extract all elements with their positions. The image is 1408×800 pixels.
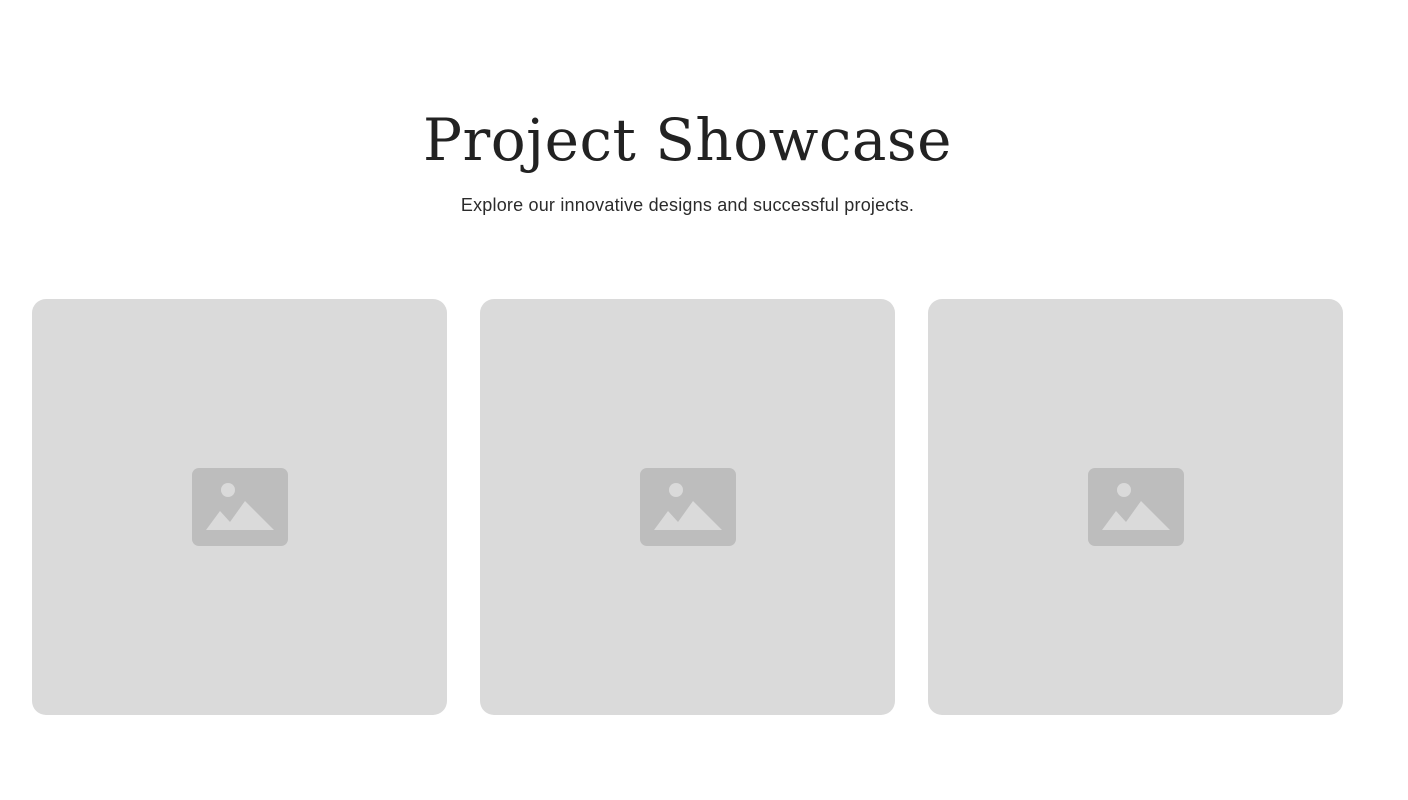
image-placeholder-icon [1087, 468, 1184, 546]
project-card-1[interactable] [32, 299, 447, 715]
image-placeholder-icon [191, 468, 288, 546]
image-placeholder-icon [639, 468, 736, 546]
page-subtitle: Explore our innovative designs and succe… [460, 195, 915, 215]
project-gallery [32, 299, 1343, 715]
project-card-2[interactable] [480, 299, 895, 715]
page-title: Project Showcase [422, 106, 952, 174]
project-card-3[interactable] [928, 299, 1343, 715]
